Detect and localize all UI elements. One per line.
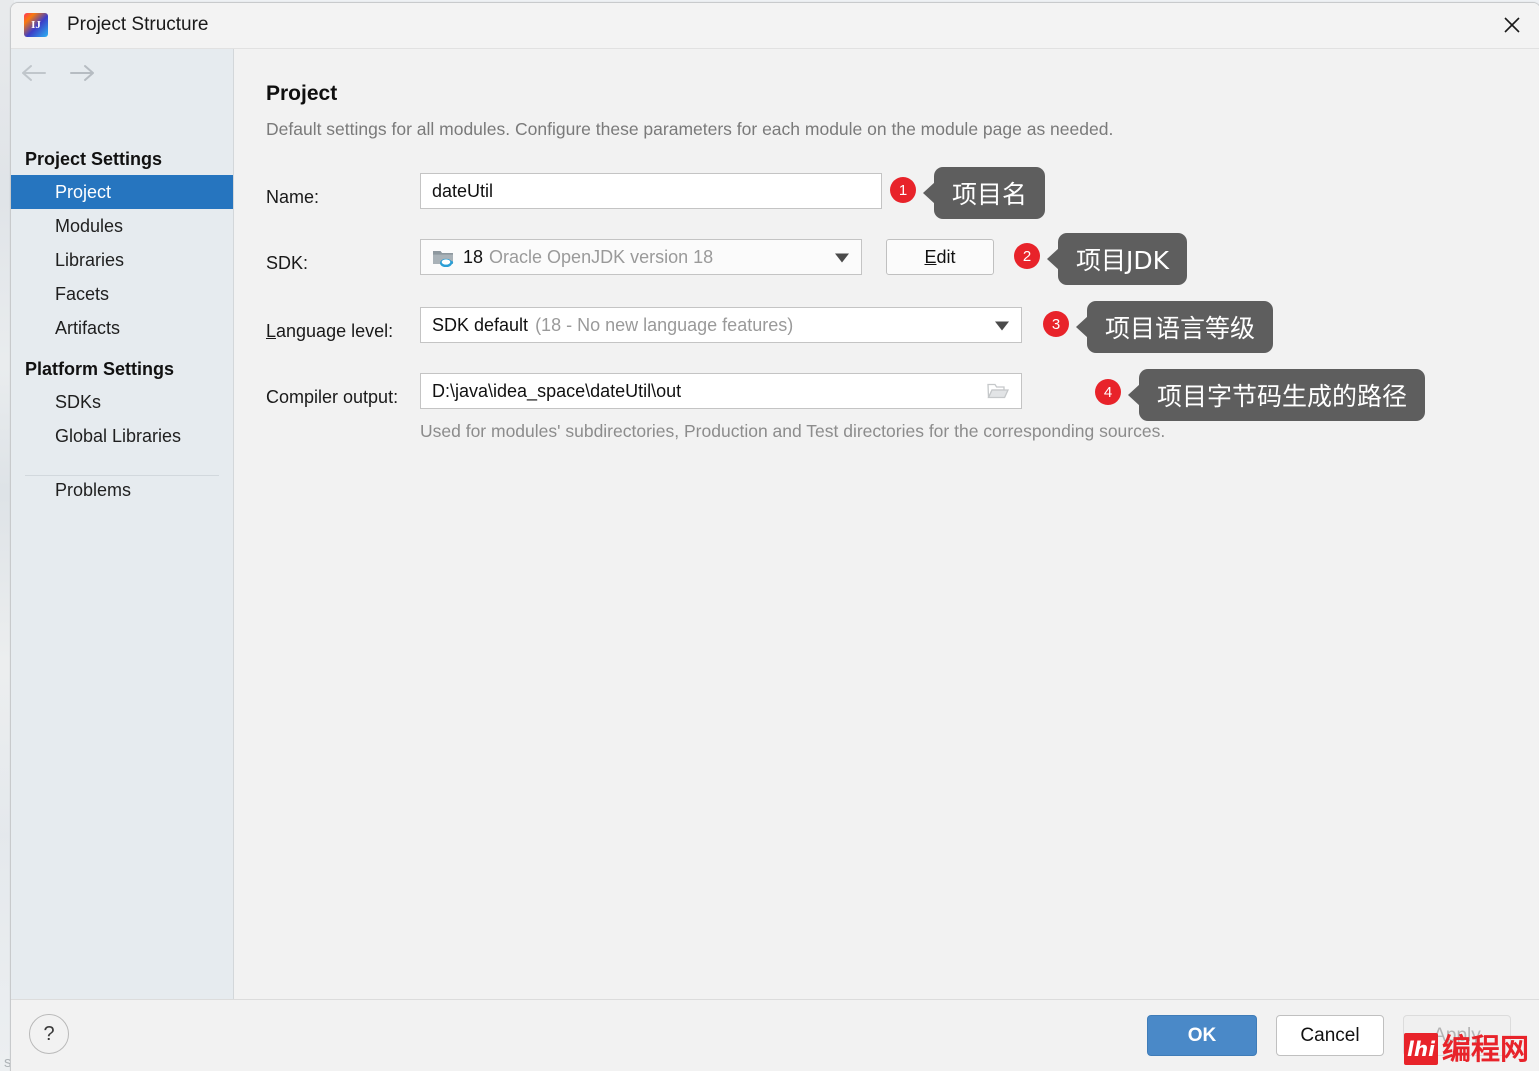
arrow-right-icon[interactable]	[65, 58, 99, 88]
chevron-down-icon[interactable]	[995, 315, 1009, 336]
sidebar-group-title: Project Settings	[11, 143, 233, 175]
sidebar-group-platform-settings: Platform Settings SDKs Global Libraries	[11, 353, 233, 453]
edit-sdk-button[interactable]: Edit	[886, 239, 994, 275]
callout-badge-1: 1	[890, 177, 916, 203]
watermark-logo-icon: lhi	[1404, 1033, 1438, 1065]
name-input[interactable]: dateUtil	[420, 173, 882, 209]
project-structure-dialog: IJ Project Structure	[10, 2, 1539, 1071]
watermark-text: 编程网	[1442, 1035, 1529, 1064]
sidebar-item-problems[interactable]: Problems	[11, 473, 233, 507]
dialog-titlebar: IJ Project Structure	[11, 3, 1539, 49]
java-folder-icon	[432, 247, 456, 267]
language-level-combobox[interactable]: SDK default (18 - No new language featur…	[420, 307, 1022, 343]
language-level-label-rest: anguage level:	[276, 321, 393, 341]
callout-badge-4: 4	[1095, 379, 1121, 405]
callout-bubble-2: 项目JDK	[1058, 233, 1187, 285]
folder-open-icon[interactable]	[985, 380, 1011, 402]
compiler-output-hint: Used for modules' subdirectories, Produc…	[420, 421, 1165, 442]
sidebar-group-project-settings: Project Settings Project Modules Librari…	[11, 143, 233, 345]
language-level-label: Language level:	[266, 321, 393, 342]
edit-button-label-rest: dit	[937, 247, 956, 267]
dialog-body: Project Settings Project Modules Librari…	[11, 49, 1539, 1000]
sidebar-item-modules[interactable]: Modules	[11, 209, 233, 243]
sdk-label: SDK:	[266, 253, 308, 274]
arrow-left-icon[interactable]	[17, 58, 51, 88]
project-settings-panel: Project Default settings for all modules…	[234, 49, 1539, 1000]
name-label: Name:	[266, 187, 319, 208]
sidebar-item-libraries[interactable]: Libraries	[11, 243, 233, 277]
dialog-footer: ? OK Cancel Apply	[11, 999, 1539, 1071]
sidebar-group-title: Platform Settings	[11, 353, 233, 385]
page-description: Default settings for all modules. Config…	[266, 119, 1113, 140]
question-mark-icon[interactable]: ?	[29, 1014, 69, 1054]
edit-button-mnemonic: E	[924, 247, 936, 267]
compiler-output-input[interactable]: D:\java\idea_space\dateUtil\out	[420, 373, 1022, 409]
navigation-arrows	[17, 58, 99, 88]
chevron-down-icon[interactable]	[835, 247, 849, 268]
dialog-title: Project Structure	[67, 14, 209, 36]
callout-badge-3: 3	[1043, 311, 1069, 337]
sidebar-item-sdks[interactable]: SDKs	[11, 385, 233, 419]
watermark: lhi 编程网	[1404, 1033, 1529, 1065]
sidebar-item-project[interactable]: Project	[11, 175, 233, 209]
sdk-version: 18	[463, 247, 483, 268]
callout-bubble-4: 项目字节码生成的路径	[1139, 369, 1425, 421]
callout-bubble-3: 项目语言等级	[1087, 301, 1273, 353]
callout-badge-2: 2	[1014, 243, 1040, 269]
name-input-value: dateUtil	[432, 181, 493, 202]
sidebar-item-facets[interactable]: Facets	[11, 277, 233, 311]
close-icon[interactable]	[1484, 3, 1539, 47]
screen-root: successfully in 5 sec 762 ms (2 minutes …	[0, 0, 1539, 1071]
language-level-value: SDK default	[432, 315, 528, 336]
sdk-combobox[interactable]: 18 Oracle OpenJDK version 18	[420, 239, 862, 275]
intellij-idea-icon: IJ	[24, 13, 48, 37]
compiler-output-value: D:\java\idea_space\dateUtil\out	[432, 381, 681, 402]
sidebar-item-global-libraries[interactable]: Global Libraries	[11, 419, 233, 453]
sdk-detail: Oracle OpenJDK version 18	[489, 247, 713, 268]
cancel-button[interactable]: Cancel	[1276, 1015, 1384, 1056]
language-level-detail: (18 - No new language features)	[535, 315, 793, 336]
ok-button[interactable]: OK	[1147, 1015, 1257, 1056]
sidebar-group-problems: Problems	[11, 473, 233, 507]
compiler-output-label: Compiler output:	[266, 387, 398, 408]
page-title: Project	[266, 82, 337, 106]
sidebar-item-artifacts[interactable]: Artifacts	[11, 311, 233, 345]
settings-sidebar: Project Settings Project Modules Librari…	[11, 49, 234, 1000]
callout-bubble-1: 项目名	[934, 167, 1045, 219]
